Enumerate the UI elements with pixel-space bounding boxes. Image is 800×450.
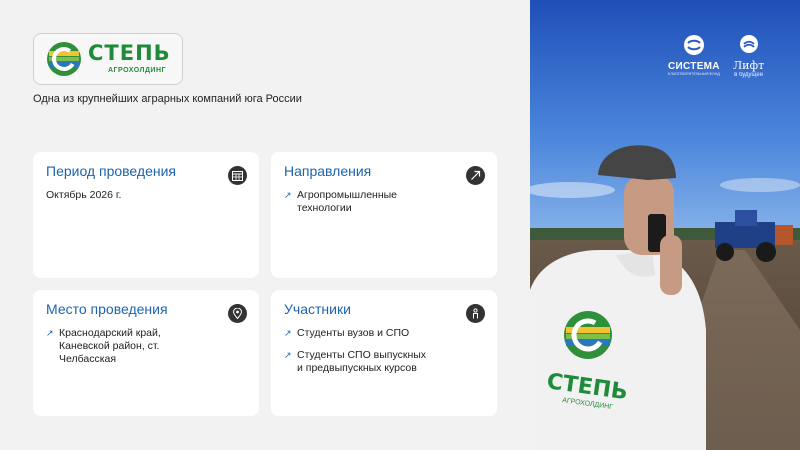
lift-sub: в будущее (734, 72, 764, 78)
arrow-icon: ↗ (284, 328, 292, 338)
sistema-sub: БЛАГОТВОРИТЕЛЬНЫЙ ФОНД (668, 72, 720, 76)
lift-icon (739, 35, 758, 53)
calendar-icon (228, 166, 247, 185)
arrow-icon: ↗ (46, 328, 54, 338)
compass-arrow-icon (466, 166, 485, 185)
card-participants: Участники ↗ Студенты вузов и СПО ↗ Студе… (271, 290, 497, 416)
logo-subtitle: АГРОХОЛДИНГ (108, 67, 166, 74)
arrow-icon: ↗ (284, 350, 292, 360)
company-tagline: Одна из крупнейших аграрных компаний юга… (33, 93, 302, 105)
step-logo-icon (47, 42, 81, 76)
card-title: Направления (284, 163, 372, 179)
sistema-name: СИСТЕМА (668, 61, 720, 72)
lift-name: Лифт (733, 59, 765, 72)
sistema-logo: СИСТЕМА БЛАГОТВОРИТЕЛЬНЫЙ ФОНД (668, 34, 720, 76)
card-title: Участники (284, 301, 351, 317)
card-location: Место проведения ↗ Краснодарский край, К… (33, 290, 259, 416)
card-directions: Направления ↗ Агропромышленные технологи… (271, 152, 497, 278)
directions-list: ↗ Агропромышленные технологии (284, 189, 434, 224)
location-pin-icon (228, 304, 247, 323)
list-item: ↗ Краснодарский край, Каневской район, с… (46, 327, 161, 365)
company-logo: СТЕПЬ АГРОХОЛДИНГ (33, 33, 183, 85)
card-title: Период проведения (46, 163, 176, 179)
participants-list: ↗ Студенты вузов и СПО ↗ Студенты СПО вы… (284, 327, 434, 384)
card-period: Период проведения Октябрь 2026 г. (33, 152, 259, 278)
lift-logo: Лифт в будущее (733, 34, 764, 78)
period-value: Октябрь 2026 г. (46, 189, 122, 201)
logo-wordmark: СТЕПЬ (88, 41, 171, 65)
list-item: ↗ Студенты вузов и СПО (284, 327, 410, 339)
list-item: ↗ Студенты СПО выпускных и предвыпускных… (284, 349, 427, 374)
card-title: Место проведения (46, 301, 168, 317)
list-item: ↗ Агропромышленные технологии (284, 189, 398, 214)
arrow-icon: ↗ (284, 190, 292, 200)
sistema-icon (683, 35, 704, 55)
info-panel: СТЕПЬ АГРОХОЛДИНГ Одна из крупнейших агр… (0, 0, 530, 450)
person-icon (466, 304, 485, 323)
location-list: ↗ Краснодарский край, Каневской район, с… (46, 327, 171, 375)
